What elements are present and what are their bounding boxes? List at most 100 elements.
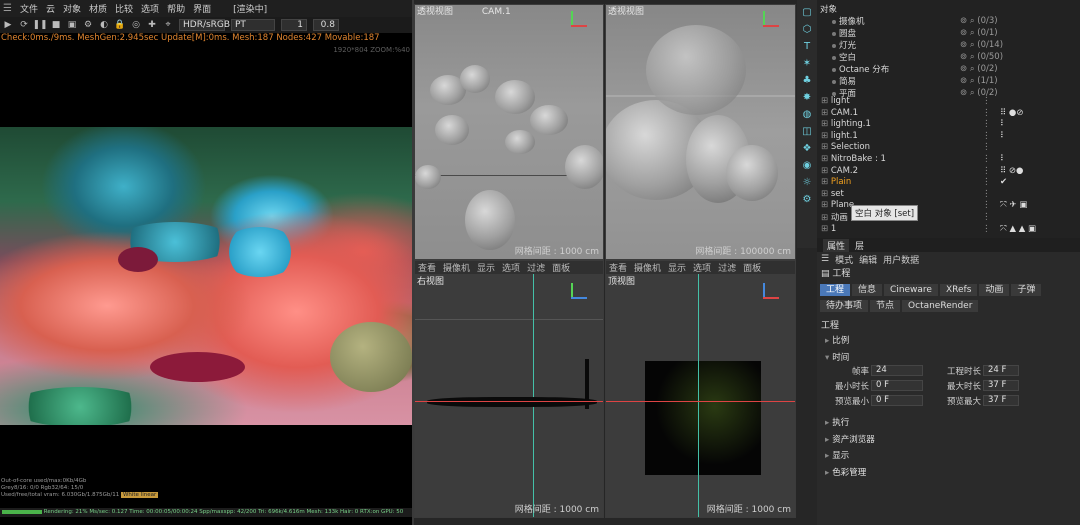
vp-menu-view[interactable]: 查看	[609, 261, 627, 274]
scene-icon[interactable]: ⚙	[803, 194, 812, 206]
object-row[interactable]: ⊞ CAM.1 ⋮ ⠿ ●⊘	[817, 107, 1080, 119]
value1-field[interactable]: 1	[281, 19, 307, 31]
object-row[interactable]: ⊞ 1 ⋮ ⤧ ▲ ▲ ▣	[817, 223, 1080, 235]
object-row[interactable]: ⊞ Plain ⋮ ✔	[817, 176, 1080, 188]
viewport-right[interactable]: 查看 摄像机 显示 选项 过滤 面板 右视图 网格间距 : 1000 cm	[414, 260, 604, 518]
vp-menu-camera[interactable]: 摄像机	[443, 261, 470, 274]
clay-icon[interactable]: ◐	[99, 20, 109, 30]
field-input[interactable]: 0 F	[871, 395, 923, 406]
vp-menu-options[interactable]: 选项	[502, 261, 520, 274]
effector-icon[interactable]: ✸	[803, 92, 811, 104]
attr-chip[interactable]: 动画	[979, 284, 1010, 296]
color-space-select[interactable]: HDR/sRGB	[179, 19, 230, 31]
menu-cloud[interactable]: 云	[46, 2, 55, 15]
attr-chip[interactable]: Cineware	[884, 284, 938, 296]
mograph-icon[interactable]: ❖	[803, 143, 812, 155]
vp-menu-filter[interactable]: 过滤	[718, 261, 736, 274]
lock-icon[interactable]: 🔒	[114, 20, 125, 30]
object-row[interactable]: ⊞ light.1 ⋮ ⠇	[817, 130, 1080, 142]
vp-menu-panel[interactable]: 面板	[552, 261, 570, 274]
deformer-icon[interactable]: ◍	[803, 109, 812, 121]
field-input[interactable]: 24 F	[983, 365, 1019, 376]
vp-menu-filter[interactable]: 过滤	[527, 261, 545, 274]
field-input[interactable]: 0 F	[871, 380, 923, 391]
attr-section[interactable]: ▸ 色彩管理	[825, 466, 866, 478]
camera-label[interactable]: CAM.1	[482, 7, 511, 17]
menu-compare[interactable]: 比较	[115, 2, 133, 15]
field-input[interactable]: 24	[871, 365, 923, 376]
attr-section[interactable]: ▸ 资产浏览器	[825, 433, 875, 445]
text-icon[interactable]: T	[804, 41, 810, 53]
attr-chip[interactable]: 节点	[870, 300, 901, 312]
vp-menu-camera[interactable]: 摄像机	[634, 261, 661, 274]
attr-chip[interactable]: XRefs	[939, 284, 978, 296]
stats-row[interactable]: Octane 分布 ⊚ ⌕ (0/2)	[817, 63, 1080, 75]
scene-object	[505, 130, 535, 154]
field-icon[interactable]: ◫	[802, 126, 811, 138]
light-icon[interactable]: ☼	[803, 177, 812, 189]
object-row[interactable]: ⊞ lighting.1 ⋮ ⠇	[817, 118, 1080, 130]
pin-icon[interactable]: ⌖	[163, 20, 173, 30]
menu-object[interactable]: 对象	[63, 2, 81, 15]
region-icon[interactable]: ▣	[67, 20, 77, 30]
attr-section[interactable]: ▸ 显示	[825, 449, 849, 461]
menu-help[interactable]: 帮助	[167, 2, 185, 15]
object-row[interactable]: ⊞ NitroBake : 1 ⋮ ⠇	[817, 153, 1080, 165]
attr-section[interactable]: ▸ 比例	[825, 334, 849, 346]
vp-menu-panel[interactable]: 面板	[743, 261, 761, 274]
attr-chip[interactable]: OctaneRender	[902, 300, 979, 312]
menu-file[interactable]: 文件	[20, 2, 38, 15]
pick-icon[interactable]: ✚	[147, 20, 157, 30]
refresh-icon[interactable]: ⟳	[19, 20, 29, 30]
viewport-perspective-1[interactable]: 透视视图 CAM.1 网格间距 : 1000 cm	[414, 4, 604, 260]
vp-menu-options[interactable]: 选项	[693, 261, 711, 274]
tab-layers[interactable]: 层	[855, 239, 864, 252]
settings-icon[interactable]: ⚙	[83, 20, 93, 30]
tab-attributes[interactable]: 属性	[823, 238, 850, 252]
attr-menu-userdata[interactable]: 用户数据	[883, 253, 919, 266]
object-icon[interactable]: ⬡	[803, 24, 812, 36]
value2-field[interactable]: 0.8	[313, 19, 339, 31]
menu-material[interactable]: 材质	[89, 2, 107, 15]
object-row[interactable]: ⊞ Selection ⋮	[817, 141, 1080, 153]
attr-section[interactable]: ▾ 时间	[825, 351, 849, 363]
stop-icon[interactable]: ■	[51, 20, 61, 30]
menu-interface[interactable]: 界面	[193, 2, 211, 15]
viewport-perspective-2[interactable]: 透视视图 网格间距 : 100000 cm	[605, 4, 796, 260]
attr-chip[interactable]: 子弹	[1011, 284, 1042, 296]
hamburger-icon[interactable]: ☰	[821, 254, 829, 264]
scene-object	[726, 145, 778, 201]
field-input[interactable]: 37 F	[983, 380, 1019, 391]
object-row[interactable]: ⊞ light ⋮	[817, 95, 1080, 107]
vp-menu-display[interactable]: 显示	[477, 261, 495, 274]
cloner-icon[interactable]: ♣	[803, 75, 812, 87]
hamburger-icon[interactable]: ☰	[3, 3, 12, 14]
menu-options[interactable]: 选项	[141, 2, 159, 15]
focus-icon[interactable]: ◎	[131, 20, 141, 30]
stats-row[interactable]: 简易 ⊚ ⌕ (1/1)	[817, 75, 1080, 87]
attr-chip[interactable]: 待办事项	[820, 300, 869, 312]
stats-row[interactable]: 摄像机 ⊚ ⌕ (0/3)	[817, 15, 1080, 27]
stats-row[interactable]: 灯光 ⊚ ⌕ (0/14)	[817, 39, 1080, 51]
kernel-select[interactable]: PT	[231, 19, 275, 31]
viewport-top[interactable]: 查看 摄像机 显示 选项 过滤 面板 顶视图 网格间距 : 1000 cm	[605, 260, 796, 518]
vp-menu-view[interactable]: 查看	[418, 261, 436, 274]
object-row[interactable]: ⊞ set ⋮	[817, 188, 1080, 200]
vp-menu-display[interactable]: 显示	[668, 261, 686, 274]
cube-icon[interactable]: ▢	[802, 7, 811, 19]
attr-chip[interactable]: 信息	[852, 284, 883, 296]
pause-icon[interactable]: ❚❚	[32, 20, 47, 30]
field-label: 帧率	[851, 367, 869, 377]
tree-item[interactable]: 对象	[817, 3, 1080, 15]
object-row[interactable]: ⊞ CAM.2 ⋮ ⠿ ⊘●	[817, 165, 1080, 177]
camera-icon[interactable]: ◉	[803, 160, 812, 172]
attr-chip[interactable]: 工程	[820, 284, 851, 296]
stats-row[interactable]: 空白 ⊚ ⌕ (0/50)	[817, 51, 1080, 63]
field-input[interactable]: 37 F	[983, 395, 1019, 406]
attr-menu-mode[interactable]: 模式	[835, 253, 853, 266]
attr-section[interactable]: ▸ 执行	[825, 416, 849, 428]
generator-icon[interactable]: ✶	[803, 58, 811, 70]
attr-menu-edit[interactable]: 编辑	[859, 253, 877, 266]
play-icon[interactable]: ▶	[3, 20, 13, 30]
stats-row[interactable]: 圆盘 ⊚ ⌕ (0/1)	[817, 27, 1080, 39]
